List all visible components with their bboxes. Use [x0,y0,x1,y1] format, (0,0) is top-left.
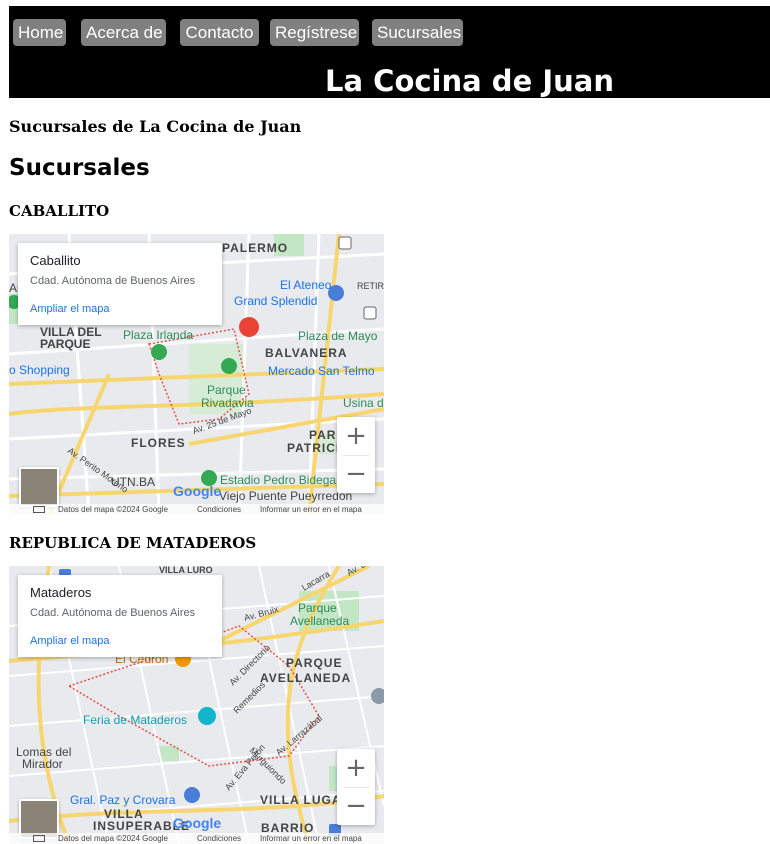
map-label: Viejo Puente Pueyrredón [219,489,352,503]
map-label: Mirador [22,757,63,771]
map-label: AVELLANEDA [260,671,351,685]
map-label: PALERMO [222,241,288,255]
map-label: Parque [298,601,337,615]
map-label: El Ateneo [280,278,332,292]
enlarge-map-link[interactable]: Ampliar el mapa [30,635,109,647]
map-data-credit: Datos del mapa ©2024 Google [58,834,168,843]
zoom-control: + − [337,417,375,493]
map-place-region: Cdad. Autónoma de Buenos Aires [30,275,196,287]
nav-contact-button[interactable]: Contacto [180,19,259,46]
google-logo-text: Google [173,815,222,831]
map-mataderos[interactable]: VILLA LURO Parque Avellaneda El Cedrón P… [9,566,384,844]
map-caballito[interactable]: PALERMO El Ateneo Grand Splendid RETIR V… [9,234,384,515]
report-error-link[interactable]: Informar un error en el mapa [260,504,362,515]
satellite-thumbnail[interactable] [19,467,59,507]
site-title: La Cocina de Juan [325,64,614,98]
map-label: PARQUE [286,656,342,670]
map-label: Mercado San Telmo [268,364,375,378]
map-info-card: Caballito Cdad. Autónoma de Buenos Aires… [18,243,222,325]
nav-home-button[interactable]: Home [13,19,66,46]
site-header: Home Acerca de Contacto Regístrese Sucur… [9,6,770,98]
map-label: Plaza Irlanda [123,328,193,342]
google-logo-text: Google [173,483,222,499]
keyboard-icon[interactable] [33,835,45,842]
map-label: BALVANERA [265,346,348,360]
zoom-out-button[interactable]: − [337,787,375,825]
google-logo: Google [173,815,221,831]
map-label: o Shopping [9,363,70,377]
zoom-in-button[interactable]: + [337,417,375,455]
map-footer: Datos del mapa ©2024 Google Condiciones … [9,833,384,844]
map-label: Gral. Paz y Crovara [70,793,176,807]
map-data-credit: Datos del mapa ©2024 Google [58,505,168,514]
zoom-in-button[interactable]: + [337,749,375,787]
page-heading: Sucursales de La Cocina de Juan [9,117,302,136]
terms-link[interactable]: Condiciones [197,504,241,515]
map-label: Parque [207,383,246,397]
nav-register-button[interactable]: Regístrese [270,19,359,46]
map-place-region: Cdad. Autónoma de Buenos Aires [30,607,196,619]
section-title: Sucursales [9,155,150,181]
nav-about-button[interactable]: Acerca de [81,19,166,46]
nav-branches-button[interactable]: Sucursales [372,19,463,46]
map-label: Plaza de Mayo [298,329,378,343]
map-label: VILLA LUGA [260,793,342,807]
map-label: Estadio Pedro Bidegain [220,473,345,487]
map-info-card: Mataderos Cdad. Autónoma de Buenos Aires… [18,575,222,657]
map-label: Feria de Mataderos [83,713,187,727]
map-label: Grand Splendid [234,294,317,308]
branch-name-caballito: CABALLITO [9,202,110,220]
google-logo: Google [173,483,221,499]
keyboard-icon[interactable] [33,506,45,513]
map-label: RETIR [357,281,384,291]
map-label: Usina de [343,396,384,410]
terms-link[interactable]: Condiciones [197,833,241,844]
map-place-name: Caballito [30,253,81,268]
branch-name-mataderos: REPUBLICA DE MATADEROS [9,534,257,552]
map-label: VILLA LURO [159,566,213,575]
map-label: PARQUE [40,337,90,351]
map-footer: Datos del mapa ©2024 Google Condiciones … [9,504,384,515]
enlarge-map-link[interactable]: Ampliar el mapa [30,303,109,315]
zoom-control: + − [337,749,375,825]
map-label: FLORES [131,436,186,450]
map-label: Avellaneda [290,614,349,628]
report-error-link[interactable]: Informar un error en el mapa [260,833,362,844]
zoom-out-button[interactable]: − [337,455,375,493]
map-place-name: Mataderos [30,585,92,600]
